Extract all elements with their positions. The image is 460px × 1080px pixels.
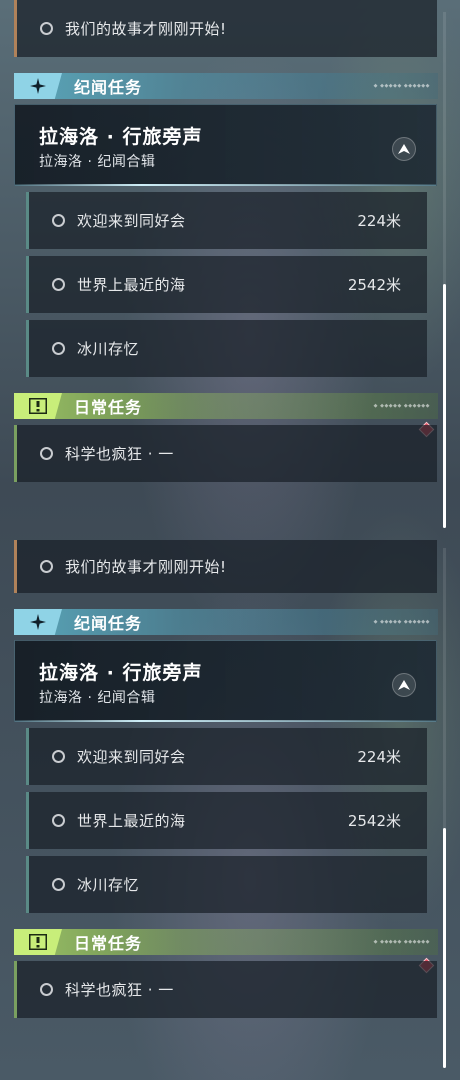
- task-status-circle-icon: [40, 22, 53, 35]
- task-status-circle-icon: [52, 342, 65, 355]
- quest-task-row[interactable]: 世界上最近的海 2542米: [26, 256, 427, 313]
- daily-task-row[interactable]: 科学也疯狂 · 一: [14, 961, 437, 1018]
- quest-task-row[interactable]: 冰川存忆: [26, 856, 427, 913]
- alert-icon: [14, 929, 62, 955]
- explore-quest-header: 纪闻任务 ◆ ◆◆◆◆◆ ◆◆◆◆◆◆: [14, 73, 438, 99]
- quest-tracker-panel: 我们的故事才刚刚开始! 纪闻任务 ◆ ◆◆◆◆◆ ◆◆◆◆◆◆ 拉海洛 · 行旅…: [0, 0, 460, 540]
- task-status-circle-icon: [52, 814, 65, 827]
- active-quest-card[interactable]: 拉海洛 · 行旅旁声 拉海洛 · 纪闻合辑: [14, 640, 437, 722]
- task-status-circle-icon: [52, 278, 65, 291]
- sparkle-icon: [14, 609, 62, 635]
- task-label: 我们的故事才刚刚开始!: [65, 558, 227, 576]
- alert-icon: [14, 393, 62, 419]
- quest-task-row[interactable]: 世界上最近的海 2542米: [26, 792, 427, 849]
- task-label: 科学也疯狂 · 一: [65, 445, 174, 463]
- quest-title: 拉海洛 · 行旅旁声: [39, 126, 203, 148]
- task-status-circle-icon: [52, 750, 65, 763]
- quest-subtitle: 拉海洛 · 纪闻合辑: [39, 154, 156, 170]
- task-label: 科学也疯狂 · 一: [65, 981, 174, 999]
- header-decoration: ◆ ◆◆◆◆◆ ◆◆◆◆◆◆: [373, 619, 430, 625]
- navigate-arrow-icon[interactable]: [392, 673, 416, 697]
- task-label: 冰川存忆: [77, 340, 140, 358]
- quest-task-row[interactable]: 冰川存忆: [26, 320, 427, 377]
- story-task-row[interactable]: 我们的故事才刚刚开始!: [14, 540, 437, 593]
- task-label: 欢迎来到同好会: [77, 212, 186, 230]
- daily-quest-header: 日常任务 ◆ ◆◆◆◆◆ ◆◆◆◆◆◆: [14, 393, 438, 419]
- task-status-circle-icon: [52, 214, 65, 227]
- daily-task-row[interactable]: 科学也疯狂 · 一: [14, 425, 437, 482]
- task-distance: 224米: [357, 212, 401, 230]
- header-decoration: ◆ ◆◆◆◆◆ ◆◆◆◆◆◆: [373, 83, 430, 89]
- task-status-circle-icon: [40, 447, 53, 460]
- header-decoration: ◆ ◆◆◆◆◆ ◆◆◆◆◆◆: [373, 403, 430, 409]
- section-title: 日常任务: [74, 398, 143, 417]
- scrollbar-thumb[interactable]: [443, 284, 446, 528]
- task-label: 世界上最近的海: [77, 812, 186, 830]
- section-title: 日常任务: [74, 934, 143, 953]
- task-label: 世界上最近的海: [77, 276, 186, 294]
- scrollbar-thumb[interactable]: [443, 828, 446, 1068]
- quest-task-row[interactable]: 欢迎来到同好会 224米: [26, 192, 427, 249]
- daily-quest-header: 日常任务 ◆ ◆◆◆◆◆ ◆◆◆◆◆◆: [14, 929, 438, 955]
- task-distance: 2542米: [347, 276, 401, 294]
- task-distance: 224米: [357, 748, 401, 766]
- task-status-circle-icon: [40, 983, 53, 996]
- explore-quest-header: 纪闻任务 ◆ ◆◆◆◆◆ ◆◆◆◆◆◆: [14, 609, 438, 635]
- task-distance: 2542米: [347, 812, 401, 830]
- task-status-circle-icon: [52, 878, 65, 891]
- section-title: 纪闻任务: [74, 614, 143, 633]
- section-title: 纪闻任务: [74, 78, 143, 97]
- task-label: 欢迎来到同好会: [77, 748, 186, 766]
- task-status-circle-icon: [40, 560, 53, 573]
- task-label: 我们的故事才刚刚开始!: [65, 20, 227, 38]
- scrollbar[interactable]: [443, 12, 446, 528]
- active-quest-card[interactable]: 拉海洛 · 行旅旁声 拉海洛 · 纪闻合辑: [14, 104, 437, 186]
- story-task-row[interactable]: 我们的故事才刚刚开始!: [14, 0, 437, 57]
- quest-task-row[interactable]: 欢迎来到同好会 224米: [26, 728, 427, 785]
- quest-tracker-panel: 我们的故事才刚刚开始! 纪闻任务 ◆ ◆◆◆◆◆ ◆◆◆◆◆◆ 拉海洛 · 行旅…: [0, 540, 460, 1080]
- navigate-arrow-icon[interactable]: [392, 137, 416, 161]
- quest-subtitle: 拉海洛 · 纪闻合辑: [39, 690, 156, 706]
- task-label: 冰川存忆: [77, 876, 140, 894]
- quest-title: 拉海洛 · 行旅旁声: [39, 662, 203, 684]
- scrollbar[interactable]: [443, 548, 446, 1068]
- header-decoration: ◆ ◆◆◆◆◆ ◆◆◆◆◆◆: [373, 939, 430, 945]
- sparkle-icon: [14, 73, 62, 99]
